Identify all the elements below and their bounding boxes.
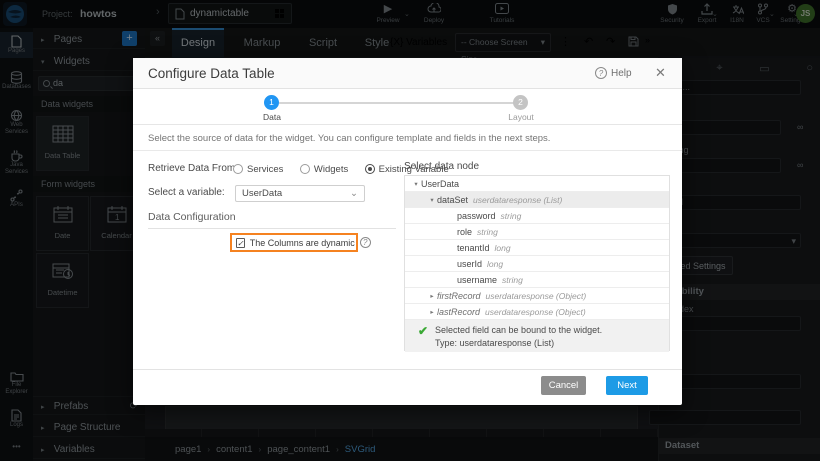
step-1-circle[interactable]: 1 — [264, 95, 279, 110]
tree-row-role[interactable]: role string — [405, 224, 669, 240]
tree-toggle-icon[interactable]: ▸ — [427, 292, 437, 300]
tree-toggle-icon[interactable]: ▾ — [427, 196, 437, 204]
dynamic-columns-label[interactable]: The Columns are dynamic — [250, 238, 355, 248]
retrieve-data-label: Retrieve Data From: — [148, 163, 238, 174]
checkbox-checked-icon[interactable]: ✓ — [236, 238, 245, 248]
modal-title-bar: Configure Data Table ? Help ✕ — [133, 58, 682, 89]
help-question-icon: ? — [595, 67, 607, 79]
caret-down-icon: ⌄ — [350, 186, 358, 201]
success-line-1: Selected field can be bound to the widge… — [435, 324, 602, 337]
binding-success-message: ✔ Selected field can be bound to the wid… — [405, 320, 669, 352]
wizard-steps: 1 Data 2 Layout — [133, 89, 682, 125]
tree-row-tenantid[interactable]: tenantId long — [405, 240, 669, 256]
divider — [133, 150, 682, 151]
variable-select[interactable]: UserData ⌄ — [235, 185, 365, 202]
tree-row-dataset[interactable]: ▾ dataSet userdataresponse (List) — [405, 192, 669, 208]
radio-icon — [300, 164, 310, 174]
cancel-button[interactable]: Cancel — [541, 376, 586, 395]
data-configuration-header: Data Configuration — [148, 211, 236, 223]
tree-toggle-icon[interactable]: ▸ — [427, 308, 437, 316]
tree-row-firstrecord[interactable]: ▸ firstRecord userdataresponse (Object) — [405, 288, 669, 304]
step-connector — [279, 102, 520, 104]
step-2-label: Layout — [491, 112, 551, 122]
select-variable-label: Select a variable: — [148, 187, 225, 198]
divider — [133, 369, 682, 370]
tree-toggle-icon[interactable]: ▾ — [411, 180, 421, 188]
tree-row-userid[interactable]: userId long — [405, 256, 669, 272]
next-button[interactable]: Next — [606, 376, 648, 395]
radio-services[interactable]: Services — [233, 164, 283, 175]
step-2-circle[interactable]: 2 — [513, 95, 528, 110]
divider — [148, 228, 396, 229]
help-question-icon[interactable]: ? — [360, 237, 371, 248]
success-check-icon: ✔ — [411, 324, 435, 352]
radio-widgets[interactable]: Widgets — [300, 164, 348, 175]
dynamic-columns-highlight: ✓ The Columns are dynamic ? — [230, 233, 358, 252]
tree-row-userdata[interactable]: ▾ UserData — [405, 176, 669, 192]
data-node-tree: ▾ UserData ▾ dataSet userdataresponse (L… — [404, 175, 670, 351]
close-icon[interactable]: ✕ — [655, 65, 666, 81]
tree-row-password[interactable]: password string — [405, 208, 669, 224]
step-1-label: Data — [242, 112, 302, 122]
modal-title: Configure Data Table — [148, 66, 275, 81]
tree-row-lastrecord[interactable]: ▸ lastRecord userdataresponse (Object) — [405, 304, 669, 320]
modal-description: Select the source of data for the widget… — [148, 133, 550, 144]
tree-row-username[interactable]: username string — [405, 272, 669, 288]
radio-selected-icon — [365, 164, 375, 174]
select-data-node-label: Select data node — [404, 161, 479, 172]
configure-data-table-modal: Configure Data Table ? Help ✕ 1 Data 2 L… — [133, 58, 682, 405]
radio-icon — [233, 164, 243, 174]
success-line-2: Type: userdataresponse (List) — [435, 337, 602, 350]
help-link[interactable]: ? Help — [595, 67, 632, 79]
